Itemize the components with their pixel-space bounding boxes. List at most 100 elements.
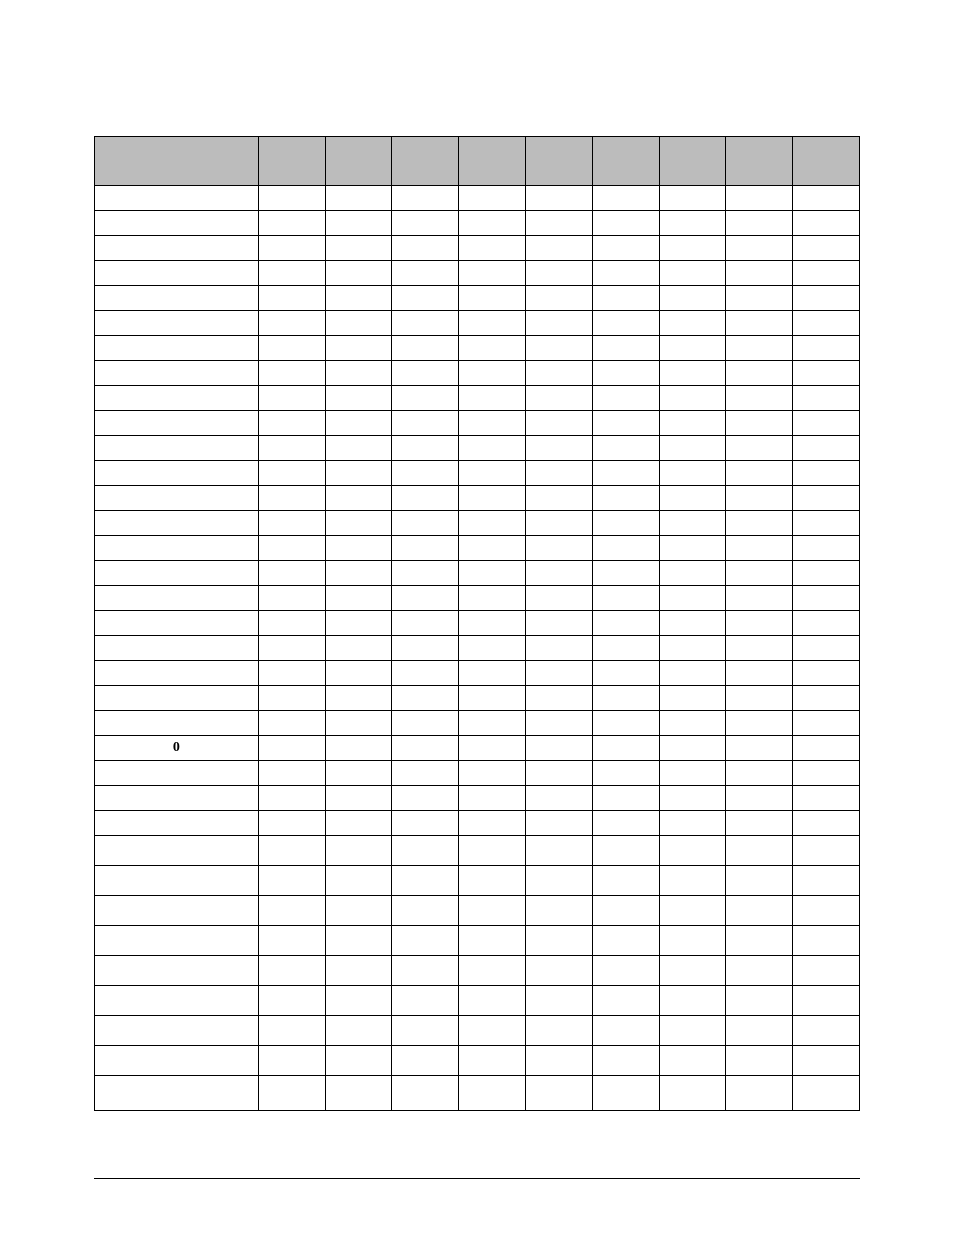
table-cell <box>726 486 793 511</box>
table-cell <box>659 896 726 926</box>
table-cell <box>258 561 325 586</box>
table-cell <box>793 286 860 311</box>
table-cell <box>525 926 592 956</box>
table-cell <box>726 956 793 986</box>
table-cell <box>392 836 459 866</box>
table-cell <box>659 211 726 236</box>
table-row <box>95 536 860 561</box>
column-header <box>726 137 793 186</box>
table-cell <box>793 536 860 561</box>
table-cell <box>392 311 459 336</box>
table-cell <box>726 636 793 661</box>
table-cell <box>592 1076 659 1111</box>
table-cell <box>525 236 592 261</box>
table-cell <box>659 711 726 736</box>
table-cell <box>726 811 793 836</box>
table-cell <box>325 386 392 411</box>
table-row <box>95 286 860 311</box>
table-cell <box>95 286 259 311</box>
table-cell <box>392 636 459 661</box>
table-cell <box>258 956 325 986</box>
table-cell <box>459 686 526 711</box>
table-cell <box>726 711 793 736</box>
table-cell <box>793 361 860 386</box>
table-cell <box>793 211 860 236</box>
table-cell <box>459 411 526 436</box>
table-cell <box>258 186 325 211</box>
table-cell <box>258 511 325 536</box>
table-cell <box>793 486 860 511</box>
table-cell <box>659 736 726 761</box>
table-row <box>95 811 860 836</box>
table-cell <box>459 236 526 261</box>
table-cell <box>325 836 392 866</box>
table-cell <box>659 1016 726 1046</box>
table-cell <box>258 236 325 261</box>
table-row <box>95 336 860 361</box>
table-cell <box>459 311 526 336</box>
table-cell <box>325 736 392 761</box>
table-cell <box>95 636 259 661</box>
table-cell <box>793 711 860 736</box>
table-cell <box>325 686 392 711</box>
table-cell <box>525 836 592 866</box>
table-cell <box>258 761 325 786</box>
table-row: 0 <box>95 736 860 761</box>
footer-divider <box>94 1178 860 1179</box>
table-cell <box>592 926 659 956</box>
table-cell <box>258 461 325 486</box>
table-cell <box>659 836 726 866</box>
table-cell <box>659 386 726 411</box>
table-cell <box>258 986 325 1016</box>
table-cell <box>659 336 726 361</box>
table-cell <box>459 1076 526 1111</box>
table-cell <box>592 511 659 536</box>
table-cell <box>793 811 860 836</box>
table-cell <box>325 956 392 986</box>
table-row <box>95 786 860 811</box>
table-cell <box>392 586 459 611</box>
table-cell <box>525 486 592 511</box>
table-cell <box>459 1016 526 1046</box>
table-cell <box>592 211 659 236</box>
table-cell <box>525 286 592 311</box>
table-cell <box>325 186 392 211</box>
table-cell <box>525 336 592 361</box>
table-row <box>95 711 860 736</box>
table-row <box>95 211 860 236</box>
table-cell <box>793 561 860 586</box>
table-cell <box>258 211 325 236</box>
table-cell <box>525 511 592 536</box>
table-cell <box>525 636 592 661</box>
table-cell <box>659 261 726 286</box>
table-cell <box>325 636 392 661</box>
table-cell <box>659 1046 726 1076</box>
table-cell <box>95 311 259 336</box>
table-cell <box>459 811 526 836</box>
table-cell <box>95 661 259 686</box>
table-row <box>95 1046 860 1076</box>
table-cell <box>592 461 659 486</box>
table-cell <box>592 186 659 211</box>
table-cell <box>459 336 526 361</box>
table-cell <box>793 836 860 866</box>
table-cell <box>459 711 526 736</box>
table-cell <box>325 486 392 511</box>
table-cell <box>95 811 259 836</box>
table-cell <box>525 686 592 711</box>
table-cell <box>459 536 526 561</box>
table-cell <box>325 411 392 436</box>
table-cell <box>95 411 259 436</box>
table-cell <box>793 786 860 811</box>
table-cell <box>325 786 392 811</box>
table-cell <box>459 511 526 536</box>
table-cell <box>95 1076 259 1111</box>
table-cell <box>392 211 459 236</box>
table-cell <box>726 386 793 411</box>
table-cell <box>459 986 526 1016</box>
table-cell <box>392 261 459 286</box>
table-cell <box>258 411 325 436</box>
table-head <box>95 137 860 186</box>
table-cell <box>95 1046 259 1076</box>
table-cell <box>95 611 259 636</box>
